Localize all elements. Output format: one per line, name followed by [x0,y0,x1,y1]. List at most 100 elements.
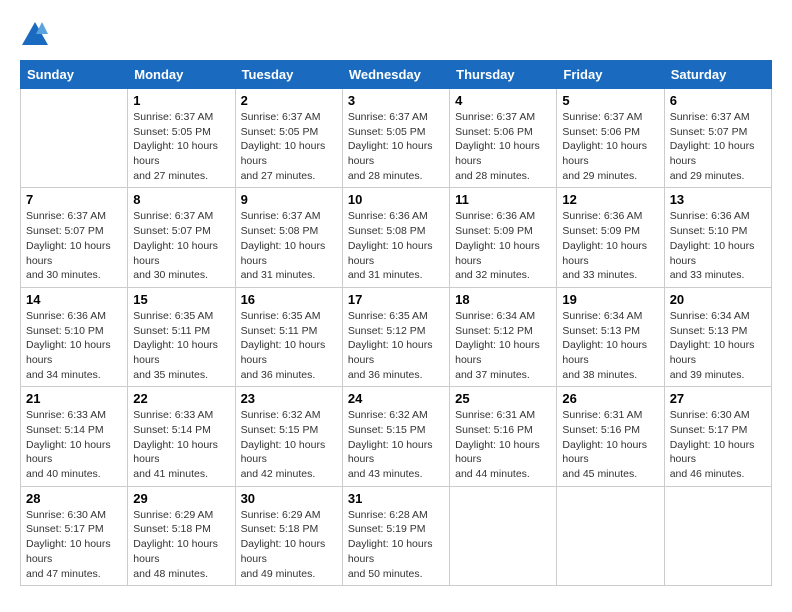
day-number: 24 [348,391,444,406]
cell-info: Sunrise: 6:32 AMSunset: 5:15 PMDaylight:… [348,408,444,481]
calendar-cell: 28 Sunrise: 6:30 AMSunset: 5:17 PMDayligh… [21,486,128,585]
cell-info: Sunrise: 6:37 AMSunset: 5:07 PMDaylight:… [670,110,766,183]
calendar-cell: 7Sunrise: 6:37 AMSunset: 5:07 PMDaylight… [21,188,128,287]
cell-info: Sunrise: 6:37 AMSunset: 5:06 PMDaylight:… [455,110,551,183]
header-row: SundayMondayTuesdayWednesdayThursdayFrid… [21,61,772,89]
cell-info: Sunrise: 6:34 AMSunset: 5:12 PMDaylight:… [455,309,551,382]
cell-info: Sunrise: 6:36 AMSunset: 5:10 PMDaylight:… [670,209,766,282]
calendar-week-row: 1 Sunrise: 6:37 AMSunset: 5:05 PMDaylight… [21,89,772,188]
cell-info: Sunrise: 6:35 AMSunset: 5:11 PMDaylight:… [133,309,229,382]
cell-info: Sunrise: 6:37 AMSunset: 5:05 PMDaylight:… [348,110,444,183]
calendar-cell: 16 Sunrise: 6:35 AMSunset: 5:11 PMDayligh… [235,287,342,386]
cell-info: Sunrise: 6:28 AMSunset: 5:19 PMDaylight:… [348,508,444,581]
day-number: 31 [348,491,444,506]
day-number: 5 [562,93,658,108]
calendar-cell [450,486,557,585]
calendar-cell: 18 Sunrise: 6:34 AMSunset: 5:12 PMDayligh… [450,287,557,386]
day-number: 3 [348,93,444,108]
day-number: 11 [455,192,551,207]
day-number: 28 [26,491,122,506]
calendar-cell: 13 Sunrise: 6:36 AMSunset: 5:10 PMDayligh… [664,188,771,287]
cell-info: Sunrise: 6:33 AMSunset: 5:14 PMDaylight:… [133,408,229,481]
calendar-cell: 12 Sunrise: 6:36 AMSunset: 5:09 PMDayligh… [557,188,664,287]
calendar-cell [557,486,664,585]
day-number: 6 [670,93,766,108]
calendar-week-row: 14 Sunrise: 6:36 AMSunset: 5:10 PMDayligh… [21,287,772,386]
calendar-cell: 4 Sunrise: 6:37 AMSunset: 5:06 PMDaylight… [450,89,557,188]
day-number: 9 [241,192,337,207]
cell-info: Sunrise: 6:32 AMSunset: 5:15 PMDaylight:… [241,408,337,481]
day-number: 14 [26,292,122,307]
cell-info: Sunrise: 6:36 AMSunset: 5:09 PMDaylight:… [562,209,658,282]
calendar-cell: 17Sunrise: 6:35 AMSunset: 5:12 PMDayligh… [342,287,449,386]
weekday-header: Friday [557,61,664,89]
day-number: 30 [241,491,337,506]
cell-info: Sunrise: 6:37 AMSunset: 5:08 PMDaylight:… [241,209,337,282]
cell-info: Sunrise: 6:30 AMSunset: 5:17 PMDaylight:… [26,508,122,581]
day-number: 19 [562,292,658,307]
calendar-cell: 22Sunrise: 6:33 AMSunset: 5:14 PMDayligh… [128,387,235,486]
calendar-cell: 9 Sunrise: 6:37 AMSunset: 5:08 PMDaylight… [235,188,342,287]
calendar-cell: 10 Sunrise: 6:36 AMSunset: 5:08 PMDayligh… [342,188,449,287]
calendar-cell: 6 Sunrise: 6:37 AMSunset: 5:07 PMDaylight… [664,89,771,188]
cell-info: Sunrise: 6:31 AMSunset: 5:16 PMDaylight:… [455,408,551,481]
day-number: 1 [133,93,229,108]
calendar-cell: 26 Sunrise: 6:31 AMSunset: 5:16 PMDayligh… [557,387,664,486]
day-number: 25 [455,391,551,406]
calendar-cell: 19 Sunrise: 6:34 AMSunset: 5:13 PMDayligh… [557,287,664,386]
calendar-cell: 15 Sunrise: 6:35 AMSunset: 5:11 PMDayligh… [128,287,235,386]
cell-info: Sunrise: 6:33 AMSunset: 5:14 PMDaylight:… [26,408,122,481]
day-number: 15 [133,292,229,307]
cell-info: Sunrise: 6:30 AMSunset: 5:17 PMDaylight:… [670,408,766,481]
day-number: 4 [455,93,551,108]
cell-info: Sunrise: 6:29 AMSunset: 5:18 PMDaylight:… [133,508,229,581]
calendar-cell: 24 Sunrise: 6:32 AMSunset: 5:15 PMDayligh… [342,387,449,486]
calendar-cell: 1Sunrise: 6:37 AMSunset: 5:05 PMDaylight… [128,89,235,188]
cell-info: Sunrise: 6:34 AMSunset: 5:13 PMDaylight:… [562,309,658,382]
calendar-cell: 31 Sunrise: 6:28 AMSunset: 5:19 PMDayligh… [342,486,449,585]
calendar-cell: 5 Sunrise: 6:37 AMSunset: 5:06 PMDaylight… [557,89,664,188]
calendar-cell: 27 Sunrise: 6:30 AMSunset: 5:17 PMDayligh… [664,387,771,486]
day-number: 20 [670,292,766,307]
weekday-header: Monday [128,61,235,89]
calendar-cell: 23 Sunrise: 6:32 AMSunset: 5:15 PMDayligh… [235,387,342,486]
day-number: 13 [670,192,766,207]
calendar-cell: 2 Sunrise: 6:37 AMSunset: 5:05 PMDaylight… [235,89,342,188]
cell-info: Sunrise: 6:36 AMSunset: 5:10 PMDaylight:… [26,309,122,382]
weekday-header: Saturday [664,61,771,89]
day-number: 2 [241,93,337,108]
cell-info: Sunrise: 6:34 AMSunset: 5:13 PMDaylight:… [670,309,766,382]
day-number: 29 [133,491,229,506]
calendar-cell: 20 Sunrise: 6:34 AMSunset: 5:13 PMDayligh… [664,287,771,386]
weekday-header: Thursday [450,61,557,89]
day-number: 10 [348,192,444,207]
cell-info: Sunrise: 6:31 AMSunset: 5:16 PMDaylight:… [562,408,658,481]
calendar-cell: 14 Sunrise: 6:36 AMSunset: 5:10 PMDayligh… [21,287,128,386]
calendar-cell [664,486,771,585]
logo-icon [20,20,50,50]
calendar-week-row: 21 Sunrise: 6:33 AMSunset: 5:14 PMDayligh… [21,387,772,486]
day-number: 7 [26,192,122,207]
day-number: 16 [241,292,337,307]
cell-info: Sunrise: 6:37 AMSunset: 5:06 PMDaylight:… [562,110,658,183]
weekday-header: Sunday [21,61,128,89]
calendar-cell: 25 Sunrise: 6:31 AMSunset: 5:16 PMDayligh… [450,387,557,486]
day-number: 27 [670,391,766,406]
cell-info: Sunrise: 6:36 AMSunset: 5:08 PMDaylight:… [348,209,444,282]
day-number: 18 [455,292,551,307]
cell-info: Sunrise: 6:37 AMSunset: 5:05 PMDaylight:… [241,110,337,183]
day-number: 21 [26,391,122,406]
page-header [20,20,772,50]
logo [20,20,54,50]
calendar-cell: 21 Sunrise: 6:33 AMSunset: 5:14 PMDayligh… [21,387,128,486]
cell-info: Sunrise: 6:35 AMSunset: 5:11 PMDaylight:… [241,309,337,382]
cell-info: Sunrise: 6:35 AMSunset: 5:12 PMDaylight:… [348,309,444,382]
calendar-table: SundayMondayTuesdayWednesdayThursdayFrid… [20,60,772,586]
day-number: 12 [562,192,658,207]
day-number: 23 [241,391,337,406]
calendar-week-row: 28 Sunrise: 6:30 AMSunset: 5:17 PMDayligh… [21,486,772,585]
day-number: 26 [562,391,658,406]
cell-info: Sunrise: 6:37 AMSunset: 5:07 PMDaylight:… [133,209,229,282]
cell-info: Sunrise: 6:29 AMSunset: 5:18 PMDaylight:… [241,508,337,581]
calendar-cell [21,89,128,188]
